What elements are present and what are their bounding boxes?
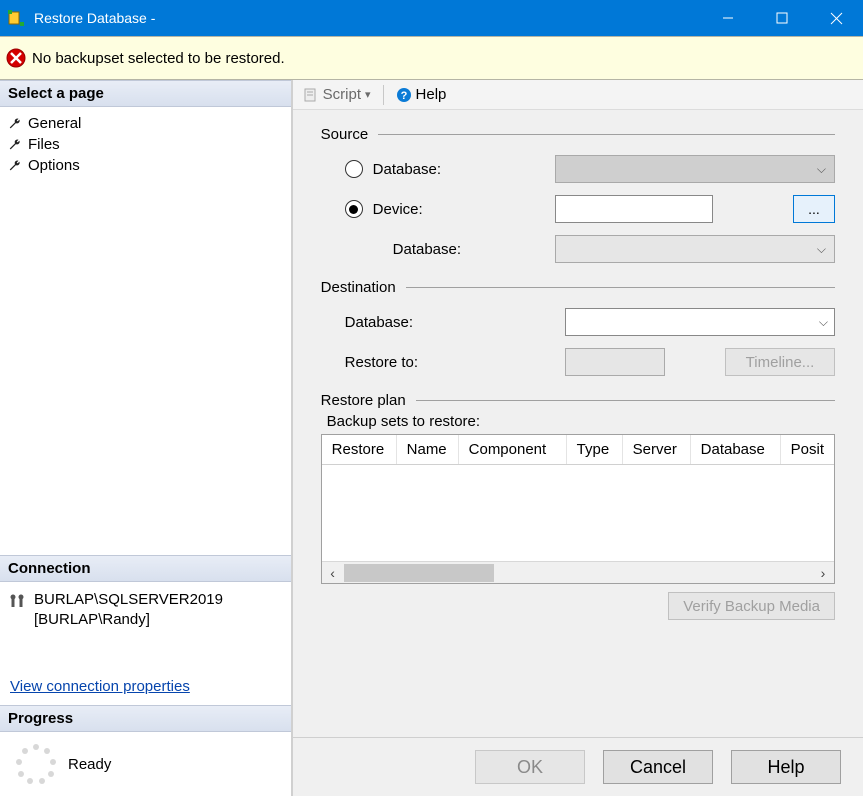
wrench-icon (8, 159, 22, 173)
select-page-header: Select a page (0, 80, 291, 107)
chevron-down-icon: ⌵ (817, 162, 826, 177)
toolbar: Script ▾ ? Help (293, 80, 863, 110)
connection-text: BURLAP\SQLSERVER2019 [BURLAP\Randy] (34, 590, 223, 631)
source-device-label: Device: (373, 201, 423, 218)
restore-plan-group: Restore plan (321, 392, 835, 409)
scroll-left-icon[interactable]: ‹ (322, 565, 344, 581)
source-device-db-label: Database: (393, 241, 461, 258)
scroll-track[interactable] (344, 562, 812, 583)
horizontal-scrollbar[interactable]: ‹ › (322, 561, 834, 583)
source-device-db-select[interactable]: ⌵ (555, 235, 835, 263)
connection-header: Connection (0, 555, 291, 582)
left-pane: Select a page General Files Options Conn… (0, 80, 293, 796)
main-area: Select a page General Files Options Conn… (0, 80, 863, 796)
cancel-label: Cancel (630, 757, 686, 778)
divider (416, 400, 835, 401)
destination-group: Destination (321, 279, 835, 296)
app-icon (8, 10, 24, 26)
divider (406, 287, 835, 288)
col-server[interactable]: Server (623, 435, 691, 464)
col-position[interactable]: Posit (781, 435, 834, 464)
connection-server: BURLAP\SQLSERVER2019 (34, 590, 223, 610)
close-button[interactable] (809, 0, 863, 36)
progress-block: Ready (0, 732, 291, 796)
col-component[interactable]: Component (459, 435, 567, 464)
connection-user: [BURLAP\Randy] (34, 610, 223, 630)
help-button[interactable]: ? Help (392, 84, 451, 105)
timeline-button: Timeline... (725, 348, 835, 376)
verify-label: Verify Backup Media (683, 598, 820, 615)
verify-backup-media-button: Verify Backup Media (668, 592, 835, 620)
view-connection-properties-link[interactable]: View connection properties (0, 678, 291, 705)
ok-button: OK (475, 750, 585, 784)
help-footer-button[interactable]: Help (731, 750, 841, 784)
script-button[interactable]: Script ▾ (299, 84, 375, 105)
wrench-icon (8, 138, 22, 152)
chevron-down-icon: ⌵ (819, 315, 828, 330)
help-label: Help (416, 86, 447, 103)
wrench-icon (8, 117, 22, 131)
chevron-down-icon: ⌵ (817, 242, 826, 257)
backup-sets-table[interactable]: Restore Name Component Type Server Datab… (321, 434, 835, 584)
page-item-label: Options (28, 157, 80, 174)
ok-label: OK (517, 757, 543, 778)
backup-sets-label: Backup sets to restore: (327, 413, 835, 430)
col-restore[interactable]: Restore (322, 435, 397, 464)
error-icon (6, 48, 26, 68)
scroll-right-icon[interactable]: › (812, 565, 834, 581)
source-database-radio[interactable] (345, 160, 363, 178)
maximize-button[interactable] (755, 0, 809, 36)
destination-label: Destination (321, 279, 396, 296)
connection-info: BURLAP\SQLSERVER2019 [BURLAP\Randy] (0, 582, 291, 635)
toolbar-separator (383, 85, 384, 105)
dest-restore-to-label: Restore to: (345, 354, 418, 371)
message-text: No backupset selected to be restored. (32, 50, 285, 67)
spinner-icon (14, 742, 58, 786)
right-pane: Script ▾ ? Help Source Database: (293, 80, 863, 796)
browse-label: ... (808, 201, 820, 217)
col-database[interactable]: Database (691, 435, 781, 464)
table-body (322, 465, 834, 561)
device-path-input[interactable] (555, 195, 713, 223)
script-label: Script (323, 86, 361, 103)
page-item-options[interactable]: Options (0, 155, 291, 176)
dest-database-label: Database: (345, 314, 413, 331)
table-header: Restore Name Component Type Server Datab… (322, 435, 834, 465)
script-icon (303, 87, 319, 103)
source-device-radio[interactable] (345, 200, 363, 218)
page-item-label: General (28, 115, 81, 132)
server-icon (8, 592, 26, 631)
svg-text:?: ? (400, 90, 407, 102)
window-title: Restore Database - (34, 10, 701, 26)
source-database-label: Database: (373, 161, 441, 178)
footer: OK Cancel Help (293, 737, 863, 796)
page-item-general[interactable]: General (0, 113, 291, 134)
minimize-button[interactable] (701, 0, 755, 36)
restore-to-input (565, 348, 665, 376)
scroll-thumb[interactable] (344, 564, 494, 582)
progress-status: Ready (68, 756, 111, 773)
source-group: Source (321, 126, 835, 143)
help-icon: ? (396, 87, 412, 103)
cancel-button[interactable]: Cancel (603, 750, 713, 784)
col-type[interactable]: Type (567, 435, 623, 464)
browse-device-button[interactable]: ... (793, 195, 835, 223)
page-item-label: Files (28, 136, 60, 153)
message-bar: No backupset selected to be restored. (0, 36, 863, 80)
help-footer-label: Help (767, 757, 804, 778)
form-area: Source Database: ⌵ Device: (293, 110, 863, 737)
chevron-down-icon: ▾ (365, 88, 371, 101)
timeline-label: Timeline... (746, 354, 815, 371)
divider (378, 134, 835, 135)
restore-plan-label: Restore plan (321, 392, 406, 409)
col-name[interactable]: Name (397, 435, 459, 464)
dest-database-combo[interactable]: ⌵ (565, 308, 835, 336)
page-list: General Files Options (0, 107, 291, 182)
source-label: Source (321, 126, 369, 143)
title-bar: Restore Database - (0, 0, 863, 36)
source-database-select: ⌵ (555, 155, 835, 183)
page-item-files[interactable]: Files (0, 134, 291, 155)
progress-header: Progress (0, 705, 291, 732)
